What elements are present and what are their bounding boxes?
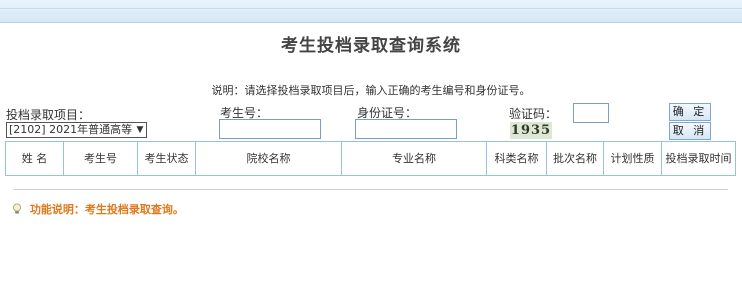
top-banner [0, 0, 742, 23]
lightbulb-icon [12, 203, 26, 218]
table-header-row: 姓 名 考生号 考生状态 院校名称 专业名称 科类名称 批次名称 计划性质 投档… [5, 141, 736, 176]
column-header-plan-type: 计划性质 [603, 141, 662, 176]
results-table: 姓 名 考生号 考生状态 院校名称 专业名称 科类名称 批次名称 计划性质 投档… [5, 141, 736, 176]
id-no-input[interactable] [355, 119, 457, 139]
column-header-exam-no: 考生号 [63, 141, 138, 176]
confirm-button[interactable]: 确 定 [669, 103, 711, 121]
captcha-image[interactable]: 1935 [510, 122, 552, 139]
project-selected-value: [2102] 2021年普通高等 [9, 123, 133, 136]
column-header-major: 专业名称 [341, 141, 487, 176]
instruction-text: 说明：请选择投档录取项目后，输入正确的考生编号和身份证号。 [211, 84, 531, 97]
captcha-input[interactable] [573, 103, 609, 123]
function-note-text: 功能说明：考生投档录取查询。 [29, 203, 184, 216]
captcha-label: 验证码： [509, 107, 558, 121]
function-note: 功能说明：考生投档录取查询。 [12, 201, 184, 218]
column-header-admit-time: 投档录取时间 [661, 141, 736, 176]
project-select[interactable]: [2102] 2021年普通高等 ▼ [6, 122, 147, 138]
column-header-name: 姓 名 [5, 141, 64, 176]
cancel-button[interactable]: 取 消 [669, 122, 711, 140]
column-header-status: 考生状态 [137, 141, 196, 176]
project-label: 投档录取项目： [6, 108, 91, 122]
exam-no-input[interactable] [219, 119, 321, 139]
divider [14, 189, 728, 190]
column-header-category: 科类名称 [486, 141, 547, 176]
chevron-down-icon: ▼ [136, 125, 144, 135]
page-title: 考生投档录取查询系统 [281, 36, 461, 56]
column-header-school: 院校名称 [195, 141, 342, 176]
column-header-batch: 批次名称 [546, 141, 604, 176]
